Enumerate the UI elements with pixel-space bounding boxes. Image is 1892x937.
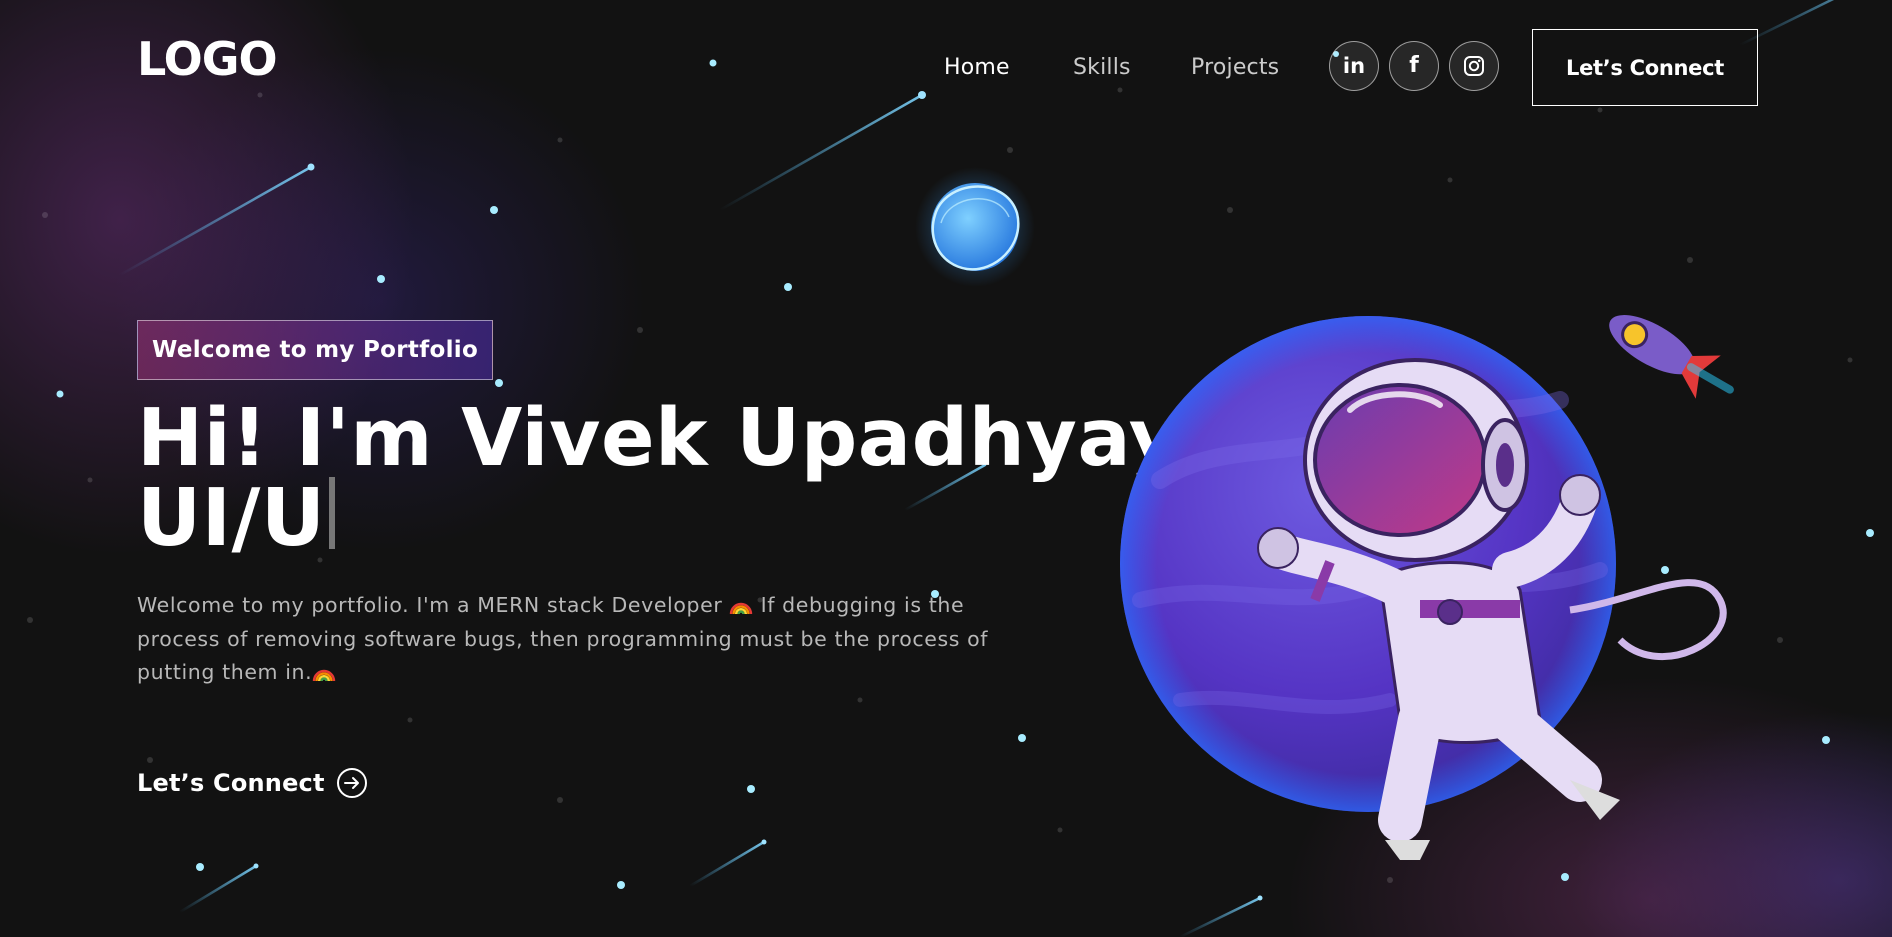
rocket-icon: [1609, 315, 1734, 399]
description-text: Welcome to my portfolio. I'm a MERN stac…: [137, 593, 723, 617]
hero-title-line1: Hi! I'm Vivek Upadhyay: [137, 392, 1181, 484]
astronaut-planet-illustration: [1120, 315, 1734, 860]
logo[interactable]: LOGO: [137, 36, 278, 82]
hero-title: Hi! I'm Vivek Upadhyay UI/U: [137, 399, 1181, 558]
nav-link-projects[interactable]: Projects: [1191, 50, 1279, 86]
facebook-icon: f: [1409, 53, 1419, 78]
hero-description: Welcome to my portfolio. I'm a MERN stac…: [137, 589, 1037, 690]
instagram-icon: [1464, 56, 1484, 76]
tagline-text: Welcome to my Portfolio: [152, 337, 479, 363]
typing-cursor: [328, 477, 335, 549]
linkedin-button[interactable]: in: [1329, 41, 1379, 91]
nav-link-skills[interactable]: Skills: [1073, 50, 1131, 86]
typed-role-text: UI/U: [137, 472, 326, 564]
rainbow-icon: [313, 669, 336, 682]
arrow-right-circle-icon: [336, 768, 367, 798]
linkedin-icon: in: [1342, 53, 1366, 78]
facebook-button[interactable]: f: [1389, 41, 1439, 91]
hero-connect-label: Let’s Connect: [137, 769, 325, 797]
hero-title-line2: UI/U: [137, 477, 1181, 558]
instagram-button[interactable]: [1449, 41, 1499, 91]
nav-connect-button[interactable]: Let’s Connect: [1532, 29, 1758, 106]
tagline-badge: Welcome to my Portfolio: [137, 320, 494, 380]
nav-link-home[interactable]: Home: [944, 50, 1010, 86]
hero-connect-button[interactable]: Let’s Connect: [137, 764, 367, 802]
blue-planet-icon: [915, 167, 1035, 287]
rainbow-icon: [730, 602, 753, 615]
